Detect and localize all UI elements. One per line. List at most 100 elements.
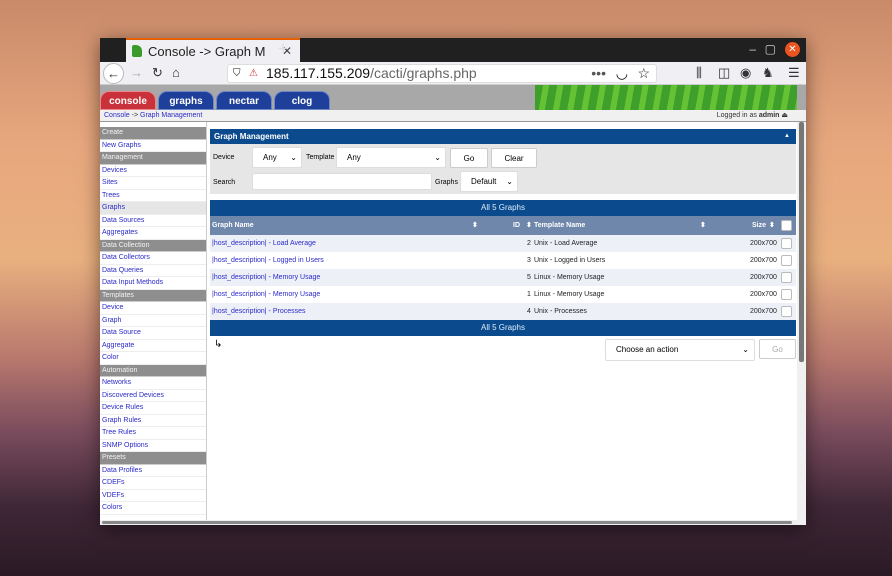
go-button[interactable]: Go: [450, 148, 488, 168]
sidebar-item[interactable]: Discovered Devices: [100, 390, 206, 402]
select-all-checkbox[interactable]: [781, 220, 792, 231]
extension-icon[interactable]: ♞: [762, 65, 774, 81]
sidebar-item[interactable]: Data Profiles: [100, 465, 206, 477]
browser-tabbar: Console -> Graph M ✕ + – ▢ ✕: [100, 38, 806, 62]
tab-nectar[interactable]: nectar: [216, 91, 272, 110]
sidebar-icon[interactable]: ◫: [718, 65, 730, 81]
table-row[interactable]: |host_description| - Memory Usage 1 Linux …: [210, 286, 796, 303]
row-checkbox[interactable]: [781, 238, 792, 249]
back-icon[interactable]: ←: [103, 63, 124, 84]
sort-icon[interactable]: ⬍: [700, 216, 706, 235]
sidebar-item[interactable]: Device: [100, 302, 206, 315]
col-id[interactable]: ID: [513, 216, 520, 235]
table-row[interactable]: |host_description| - Load Average 2 Unix -…: [210, 235, 796, 252]
action-go-button[interactable]: Go: [759, 339, 796, 359]
row-checkbox[interactable]: [781, 255, 792, 266]
graph-id: 3: [527, 257, 531, 264]
sidebar-item[interactable]: Aggregate: [100, 340, 206, 352]
tab-graphs[interactable]: graphs: [158, 91, 214, 110]
tab-console[interactable]: console: [100, 91, 156, 110]
bookmark-star-icon[interactable]: ☆: [637, 65, 650, 82]
row-checkbox[interactable]: [781, 306, 792, 317]
table-row[interactable]: |host_description| - Processes 4 Unix - Pr…: [210, 303, 796, 320]
template-value: Any: [347, 153, 361, 162]
sidebar-item[interactable]: Graph Rules: [100, 415, 206, 427]
url-bar[interactable]: ⛉ ⚠ 185.117.155.209/cacti/graphs.php ••• ◡ ☆: [227, 64, 657, 83]
maximize-icon[interactable]: ▢: [765, 42, 776, 56]
device-value: Any: [263, 153, 277, 162]
sidebar-item[interactable]: Aggregates: [100, 227, 206, 240]
sidebar-item[interactable]: Colors: [100, 502, 206, 515]
home-icon[interactable]: ⌂: [172, 65, 180, 80]
sidebar-item[interactable]: Tree Rules: [100, 427, 206, 440]
library-icon[interactable]: ⫼: [696, 65, 702, 81]
graph-name-link[interactable]: |host_description| - Memory Usage: [212, 269, 320, 286]
sidebar-item[interactable]: Graphs: [100, 202, 206, 215]
sidebar-item[interactable]: Device Rules: [100, 402, 206, 415]
graph-name-link[interactable]: |host_description| - Memory Usage: [212, 286, 320, 303]
breadcrumb-current[interactable]: Graph Management: [140, 112, 202, 119]
sidebar-item[interactable]: Sites: [100, 177, 206, 190]
hscroll-thumb[interactable]: [102, 521, 792, 524]
graph-name-link[interactable]: |host_description| - Logged in Users: [212, 252, 324, 269]
navigation-bar: ← → ↻ ⌂ ⛉ ⚠ 185.117.155.209/cacti/graphs.p…: [100, 62, 806, 85]
logged-in-user[interactable]: admin: [759, 112, 780, 119]
table-header: Graph Name ⬍ ID ⬍ Template Name ⬍ Size ⬍: [210, 216, 796, 235]
graph-id: 5: [527, 274, 531, 281]
sidebar-item[interactable]: SNMP Options: [100, 440, 206, 452]
breadcrumb-console[interactable]: Console: [104, 112, 130, 119]
table-row[interactable]: |host_description| - Logged in Users 3 Uni…: [210, 252, 796, 269]
new-tab-icon[interactable]: +: [278, 39, 288, 59]
close-window-icon[interactable]: ✕: [785, 42, 800, 57]
sidebar-item[interactable]: Color: [100, 352, 206, 365]
graph-management-panel: Graph Management ▲ Device Any ⌄ Template A…: [210, 129, 796, 366]
sidebar-item[interactable]: Data Input Methods: [100, 277, 206, 290]
url-host: 185.117.155.209: [266, 65, 371, 81]
sidebar-item[interactable]: CDEFs: [100, 477, 206, 490]
row-checkbox[interactable]: [781, 289, 792, 300]
more-icon[interactable]: •••: [591, 65, 606, 82]
search-input[interactable]: [252, 173, 432, 190]
breadcrumb: Console -> Graph Management Logged in as…: [100, 110, 806, 122]
clear-button[interactable]: Clear: [491, 148, 537, 168]
minimize-icon[interactable]: –: [749, 42, 756, 56]
sidebar-item[interactable]: Networks: [100, 377, 206, 390]
sidebar-item[interactable]: Trees: [100, 190, 206, 202]
vertical-scrollbar[interactable]: [797, 122, 806, 525]
col-graph-name[interactable]: Graph Name: [212, 216, 254, 235]
sidebar-item[interactable]: Devices: [100, 165, 206, 177]
sidebar-item[interactable]: VDEFs: [100, 490, 206, 502]
sort-icon[interactable]: ⬍: [769, 216, 775, 235]
sidebar-item[interactable]: Graph: [100, 315, 206, 327]
reload-icon[interactable]: ↻: [152, 65, 163, 81]
col-size[interactable]: Size: [752, 216, 766, 235]
menu-icon[interactable]: ☰: [788, 65, 800, 81]
col-template-name[interactable]: Template Name: [534, 216, 585, 235]
device-label: Device: [213, 154, 235, 161]
sidebar-item[interactable]: Data Source: [100, 327, 206, 340]
graph-name-link[interactable]: |host_description| - Processes: [212, 303, 306, 320]
sidebar-item[interactable]: Data Collectors: [100, 252, 206, 265]
sort-icon[interactable]: ⬍: [526, 216, 532, 235]
sort-icon[interactable]: ⬍: [472, 216, 478, 235]
account-icon[interactable]: ◉: [740, 65, 751, 81]
pocket-icon[interactable]: ◡: [616, 65, 628, 82]
device-select[interactable]: Any ⌄: [252, 147, 302, 168]
tab-title: Console -> Graph M: [148, 43, 266, 59]
collapse-icon[interactable]: ▲: [784, 129, 790, 144]
graph-name-link[interactable]: |host_description| - Load Average: [212, 235, 316, 252]
sidebar-item[interactable]: Data Sources: [100, 215, 206, 227]
cacti-banner-logo: [535, 85, 797, 110]
tab-clog[interactable]: clog: [274, 91, 330, 110]
row-checkbox[interactable]: [781, 272, 792, 283]
horizontal-scrollbar[interactable]: [100, 520, 797, 525]
scroll-thumb[interactable]: [799, 122, 804, 362]
sidebar-item[interactable]: New Graphs: [100, 140, 206, 152]
graphs-select[interactable]: Default ⌄: [460, 171, 518, 192]
browser-tab[interactable]: Console -> Graph M ✕: [126, 38, 300, 62]
sidebar-item[interactable]: Data Queries: [100, 265, 206, 277]
table-row[interactable]: |host_description| - Memory Usage 5 Linux …: [210, 269, 796, 286]
template-select[interactable]: Any ⌄: [336, 147, 446, 168]
forward-icon[interactable]: →: [130, 65, 143, 80]
action-select[interactable]: Choose an action ⌄: [605, 339, 755, 361]
